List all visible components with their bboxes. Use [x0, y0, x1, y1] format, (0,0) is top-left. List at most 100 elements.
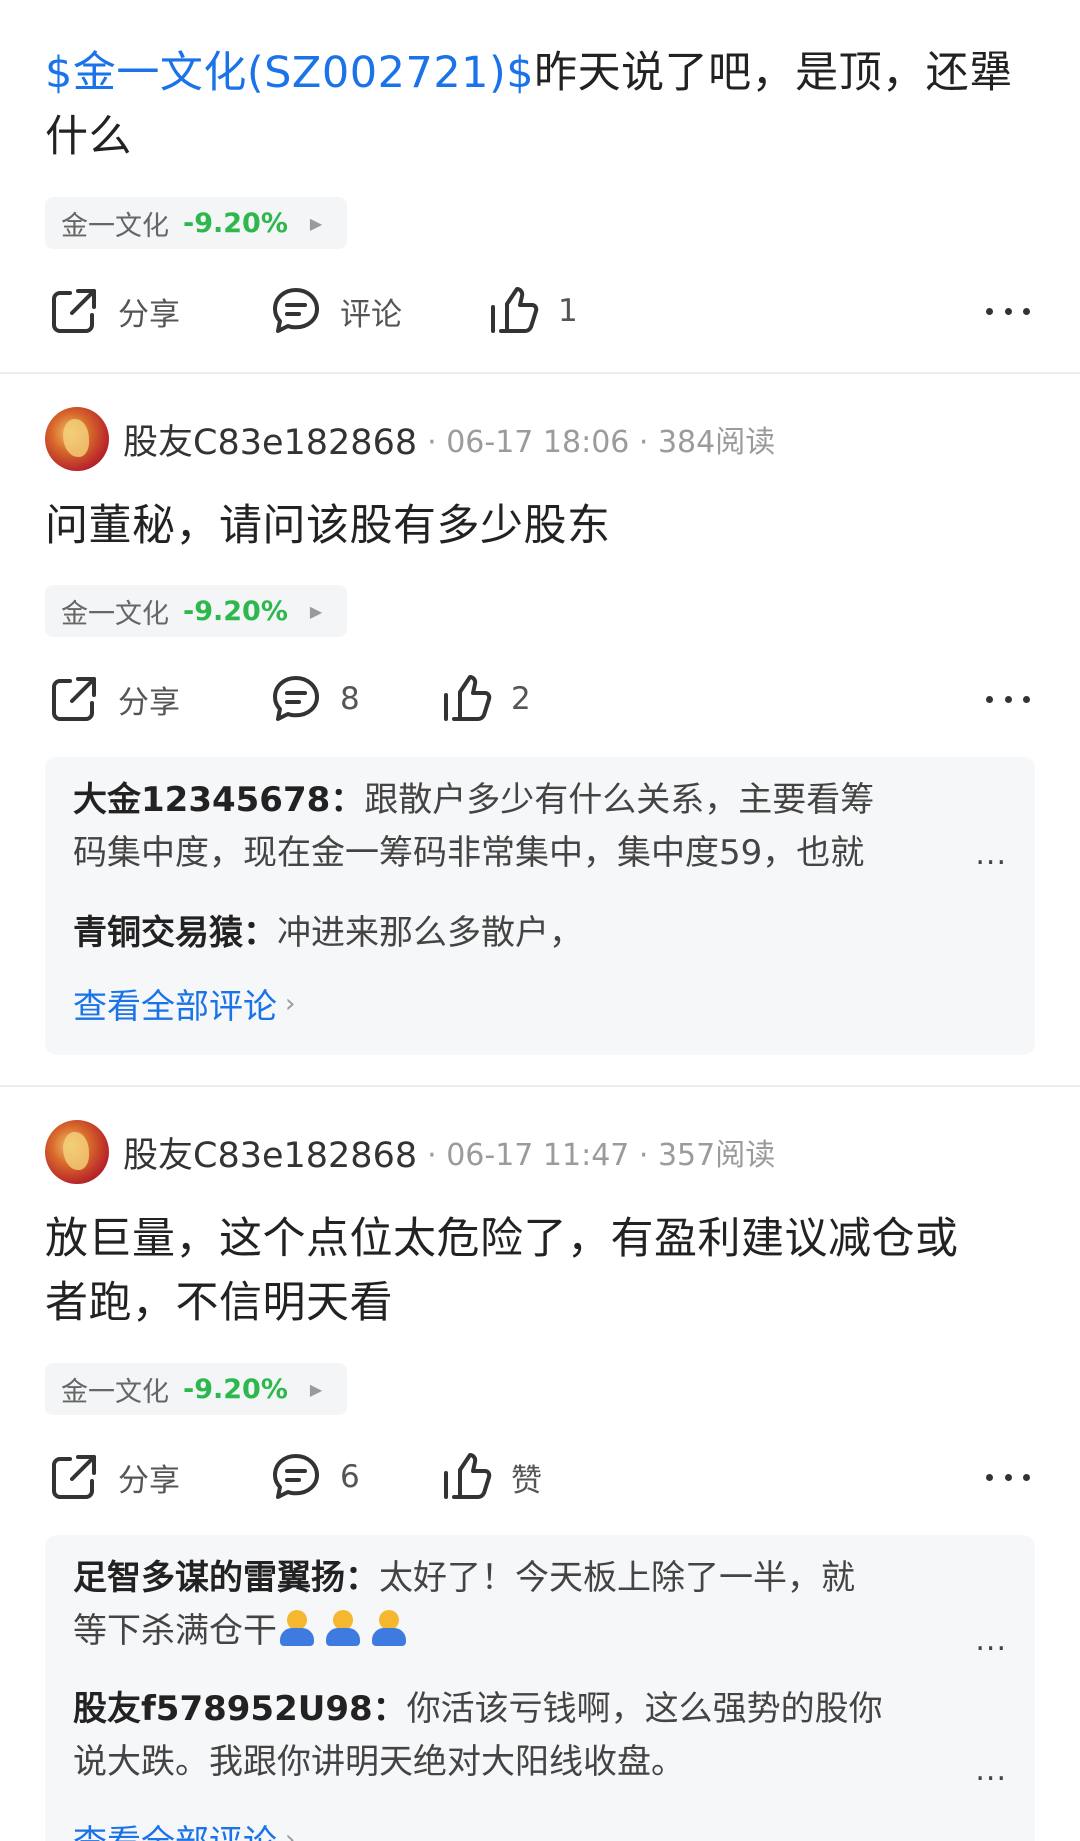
more-dot	[1004, 307, 1012, 315]
user-name[interactable]: 股友C83e182868	[123, 414, 417, 465]
action-bar: 分享 8 2	[0, 669, 1080, 729]
thumbs-up-icon	[444, 675, 492, 721]
comment-preview-box[interactable]: 大金12345678：跟散户多少有什么关系，主要看筹 码集中度，现在金一筹码非常…	[45, 757, 1035, 1055]
avatar[interactable]	[45, 1120, 109, 1184]
avatar[interactable]	[45, 407, 109, 471]
tag-arrow-icon: ▶	[309, 601, 323, 621]
comment-icon	[273, 676, 319, 721]
comment-button[interactable]: 评论	[270, 281, 402, 341]
comment-line: 说大跌。我跟你讲明天绝对大阳线收盘。	[73, 1742, 685, 1782]
more-icon	[986, 695, 993, 703]
view-all-comments-link[interactable]: 查看全部评论 ›	[73, 1815, 295, 1841]
comment-icon	[273, 1454, 319, 1499]
comment-line: 等下杀满仓干	[73, 1605, 997, 1658]
comment-text: 跟散户多少有什么关系，主要看筹	[364, 780, 875, 820]
comment-author[interactable]: 股友f578952U98：	[73, 1689, 407, 1729]
stock-tag[interactable]: 金一文化 -9.20% ▶	[45, 585, 347, 637]
view-all-label: 查看全部评论	[73, 1815, 277, 1841]
chevron-right-icon: ›	[285, 988, 296, 1019]
comment-author[interactable]: 足智多谋的雷翼扬：	[73, 1558, 379, 1598]
chevron-right-icon: ›	[285, 1824, 296, 1841]
more-dot	[1004, 1473, 1012, 1481]
like-button[interactable]: 2	[441, 669, 531, 729]
comment-text: 你活该亏钱啊，这么强势的股你	[406, 1689, 883, 1729]
comment-text: 太好了！今天板上除了一半，就	[379, 1558, 855, 1598]
stock-change: -9.20%	[183, 595, 288, 627]
thumbs-up-icon	[491, 287, 539, 333]
comment-ellipsis: ...	[975, 1753, 1007, 1788]
stock-change: -9.20%	[183, 207, 288, 239]
stock-cashtag-link[interactable]: $金一文化(SZ002721)$	[45, 48, 534, 98]
comment-button[interactable]: 6	[270, 1447, 360, 1507]
comment-item[interactable]: 大金12345678：跟散户多少有什么关系，主要看筹 码集中度，现在金一筹码非常…	[73, 774, 997, 880]
stock-change: -9.20%	[183, 1373, 288, 1405]
more-button[interactable]	[986, 679, 1030, 719]
stock-name: 金一文化	[61, 598, 169, 630]
thumbs-up-icon	[444, 1453, 492, 1499]
more-icon	[986, 307, 993, 315]
stock-name: 金一文化	[61, 210, 169, 242]
share-button[interactable]: 分享	[48, 669, 180, 729]
view-all-label: 查看全部评论	[73, 987, 277, 1027]
action-bar: 分享 评论 1	[0, 281, 1080, 341]
tag-arrow-icon: ▶	[309, 213, 323, 233]
comment-icon	[273, 288, 319, 333]
stock-tag[interactable]: 金一文化 -9.20% ▶	[45, 197, 347, 249]
more-button[interactable]	[986, 291, 1030, 331]
comment-line: 码集中度，现在金一筹码非常集中，集中度59，也就	[73, 833, 865, 873]
comment-text: 等下杀满仓干	[73, 1611, 277, 1651]
user-name[interactable]: 股友C83e182868	[123, 1127, 417, 1178]
user-row: 股友C83e182868 · 06-17 11:47 · 357阅读	[45, 1119, 775, 1185]
post-3[interactable]: 股友C83e182868 · 06-17 11:47 · 357阅读 放巨量，这…	[0, 1087, 1080, 1841]
comment-count: 6	[340, 1459, 360, 1495]
share-label: 分享	[118, 1462, 180, 1499]
like-button[interactable]: 赞	[441, 1447, 542, 1507]
comment-count: 8	[340, 681, 360, 717]
user-row: 股友C83e182868 · 06-17 18:06 · 384阅读	[45, 406, 775, 472]
share-icon	[52, 677, 96, 721]
share-icon	[52, 1455, 96, 1499]
more-dot	[1023, 307, 1030, 315]
like-count: 2	[511, 681, 531, 717]
comment-author[interactable]: 青铜交易猿：	[73, 913, 277, 953]
comment-author[interactable]: 大金12345678：	[73, 780, 364, 820]
comment-line: 股友f578952U98：你活该亏钱啊，这么强势的股你	[73, 1683, 997, 1736]
more-icon	[986, 1473, 993, 1481]
post-text: $金一文化(SZ002721)$昨天说了吧，是顶，还犟什么	[45, 41, 1035, 169]
more-button[interactable]	[986, 1457, 1030, 1497]
comment-line: 大金12345678：跟散户多少有什么关系，主要看筹	[73, 774, 997, 827]
action-bar: 分享 6 赞	[0, 1447, 1080, 1507]
shrug-emoji	[277, 1608, 317, 1648]
share-icon	[52, 289, 96, 333]
comment-item[interactable]: 股友f578952U98：你活该亏钱啊，这么强势的股你 说大跌。我跟你讲明天绝对…	[73, 1683, 997, 1789]
more-dot	[1004, 695, 1012, 703]
post-meta: · 06-17 18:06 · 384阅读	[427, 425, 776, 460]
comment-ellipsis: ...	[975, 1623, 1007, 1658]
post-1[interactable]: $金一文化(SZ002721)$昨天说了吧，是顶，还犟什么 金一文化 -9.20…	[0, 0, 1080, 374]
comment-preview-box[interactable]: 足智多谋的雷翼扬：太好了！今天板上除了一半，就 等下杀满仓干 ... 股友f57…	[45, 1535, 1035, 1841]
more-dot	[1023, 695, 1030, 703]
post-meta: · 06-17 11:47 · 357阅读	[427, 1138, 776, 1173]
tag-arrow-icon: ▶	[309, 1379, 323, 1399]
post-text: 问董秘，请问该股有多少股东	[45, 494, 1035, 558]
share-label: 分享	[118, 684, 180, 721]
share-button[interactable]: 分享	[48, 1447, 180, 1507]
share-label: 分享	[118, 296, 180, 333]
like-count: 1	[558, 293, 578, 329]
post-2[interactable]: 股友C83e182868 · 06-17 18:06 · 384阅读 问董秘，请…	[0, 374, 1080, 1086]
view-all-comments-link[interactable]: 查看全部评论 ›	[73, 979, 295, 1028]
comment-ellipsis: ...	[975, 837, 1007, 872]
shrug-emoji	[323, 1608, 363, 1648]
more-dot	[1023, 1473, 1030, 1481]
share-button[interactable]: 分享	[48, 281, 180, 341]
comment-button[interactable]: 8	[270, 669, 360, 729]
comment-label: 评论	[340, 296, 402, 333]
post-body-line: 者跑，不信明天看	[45, 1278, 393, 1328]
like-button[interactable]: 1	[488, 281, 578, 341]
shrug-emoji	[369, 1608, 409, 1648]
comment-item[interactable]: 足智多谋的雷翼扬：太好了！今天板上除了一半，就 等下杀满仓干	[73, 1552, 997, 1658]
post-body-line: 放巨量，这个点位太危险了，有盈利建议减仓或	[45, 1214, 959, 1264]
comment-item[interactable]: 青铜交易猿：冲进来那么多散户，	[73, 907, 997, 960]
stock-tag[interactable]: 金一文化 -9.20% ▶	[45, 1363, 347, 1415]
comment-line: 足智多谋的雷翼扬：太好了！今天板上除了一半，就	[73, 1552, 997, 1605]
